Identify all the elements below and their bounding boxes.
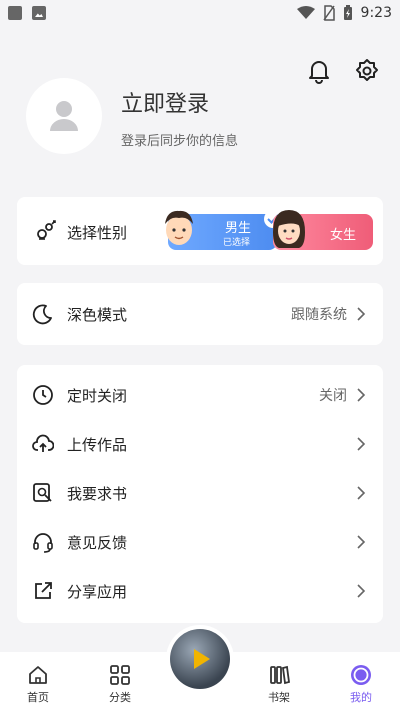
tab-mine[interactable]: 我的 xyxy=(331,664,391,705)
moon-icon xyxy=(32,304,52,325)
menu-item-feedback[interactable]: 意见反馈 xyxy=(17,518,383,566)
user-placeholder-icon xyxy=(50,101,78,131)
male-selected-text: 已选择 xyxy=(223,238,251,248)
settings-gear-icon[interactable] xyxy=(354,58,380,84)
tab-category[interactable]: 分类 xyxy=(90,664,150,705)
headset-icon xyxy=(33,533,53,553)
grid-icon xyxy=(110,665,130,685)
chevron-right-icon xyxy=(357,535,366,549)
tab-home[interactable]: 首页 xyxy=(8,664,68,705)
book-search-icon xyxy=(33,483,52,502)
chevron-right-icon xyxy=(357,584,366,598)
dark-mode-row[interactable]: 深色模式 跟随系统 xyxy=(17,290,383,338)
male-avatar-icon xyxy=(165,210,193,245)
battery-icon xyxy=(343,5,352,20)
tab-label: 书架 xyxy=(268,691,290,704)
menu-item-timer-off[interactable]: 定时关闭 关闭 xyxy=(17,371,383,419)
chevron-right-icon xyxy=(357,486,366,500)
avatar[interactable] xyxy=(26,78,102,154)
login-title[interactable]: 立即登录 xyxy=(121,86,209,118)
menu-item-value: 关闭 xyxy=(319,388,347,404)
bell-icon[interactable] xyxy=(306,58,332,84)
notification-icon xyxy=(8,6,22,20)
top-actions xyxy=(306,58,380,84)
status-time: 9:23 xyxy=(360,5,392,21)
play-icon xyxy=(194,649,210,669)
menu-item-label: 上传作品 xyxy=(67,435,128,454)
menu-item-upload-works[interactable]: 上传作品 xyxy=(17,420,383,468)
login-subtitle: 登录后同步你的信息 xyxy=(121,134,239,149)
female-avatar-icon xyxy=(273,210,305,248)
dark-mode-label: 深色模式 xyxy=(67,305,128,324)
status-left xyxy=(8,6,46,20)
chevron-right-icon xyxy=(357,437,366,451)
cloud-upload-icon xyxy=(32,434,54,452)
chevron-right-icon xyxy=(357,388,366,402)
status-bar: 9:23 xyxy=(0,0,400,28)
tab-label: 首页 xyxy=(27,691,49,704)
male-label: 男生 xyxy=(225,221,252,236)
menu-item-label: 意见反馈 xyxy=(67,533,128,552)
menu-item-label: 分享应用 xyxy=(67,582,128,601)
settings-menu-card: 定时关闭 关闭 上传作品 我要求书 意见反馈 分享应用 xyxy=(17,365,383,623)
gender-label: 选择性别 xyxy=(67,224,128,242)
no-sim-icon xyxy=(322,5,335,21)
status-right: 9:23 xyxy=(296,5,392,21)
now-playing-cover xyxy=(170,629,230,689)
menu-item-share-app[interactable]: 分享应用 xyxy=(17,567,383,615)
tab-label: 我的 xyxy=(350,691,372,704)
now-playing-disc[interactable] xyxy=(166,625,234,693)
smile-icon xyxy=(351,665,371,685)
chevron-right-icon xyxy=(357,307,366,321)
gender-icon xyxy=(37,220,56,240)
home-icon xyxy=(29,666,47,684)
clock-icon xyxy=(33,385,53,405)
tab-label: 分类 xyxy=(109,691,131,704)
bookshelf-icon xyxy=(270,665,290,685)
tab-bookshelf[interactable]: 书架 xyxy=(249,664,309,705)
menu-item-label: 我要求书 xyxy=(67,484,128,503)
female-label: 女生 xyxy=(330,228,357,243)
share-icon xyxy=(35,582,52,599)
dark-mode-value: 跟随系统 xyxy=(291,307,347,323)
dark-mode-card[interactable]: 深色模式 跟随系统 xyxy=(17,283,383,345)
menu-item-request-book[interactable]: 我要求书 xyxy=(17,469,383,517)
gender-card: 选择性别 男生 已选择 女生 xyxy=(17,197,383,265)
image-icon xyxy=(32,6,46,20)
menu-item-label: 定时关闭 xyxy=(67,386,128,405)
wifi-icon xyxy=(296,6,315,19)
